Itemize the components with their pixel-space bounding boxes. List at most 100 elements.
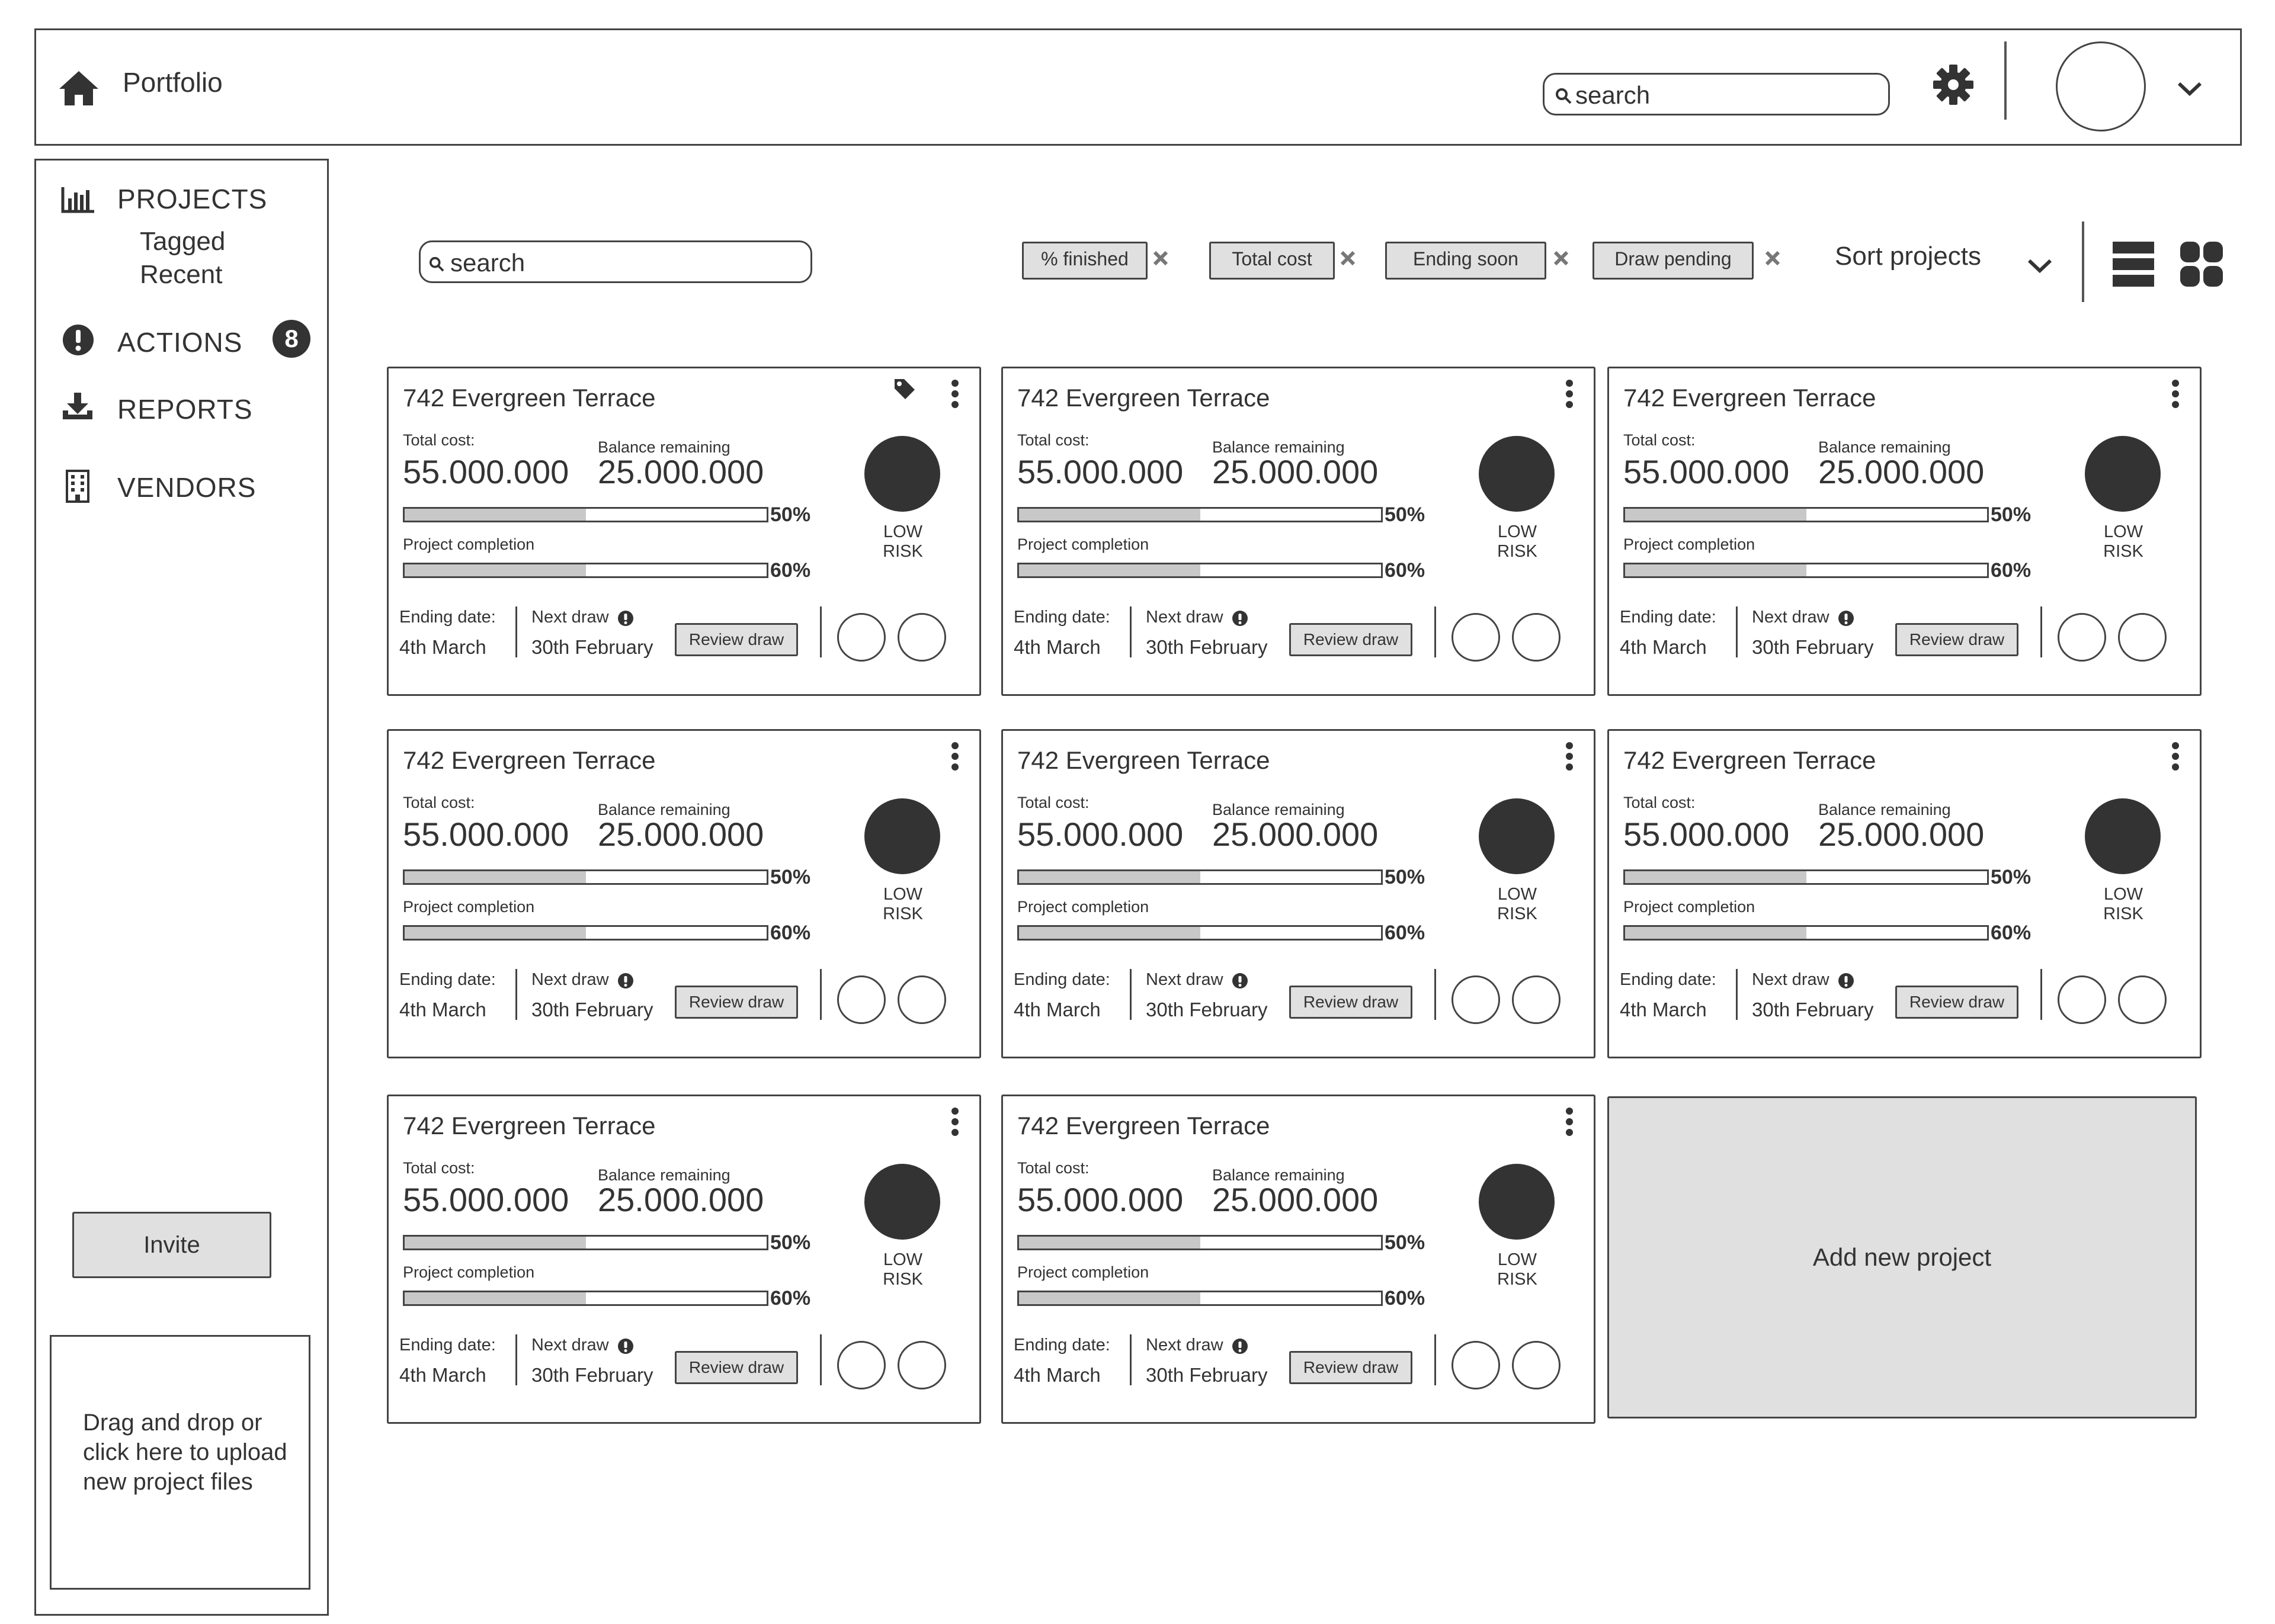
more-options-icon[interactable] xyxy=(2171,379,2180,409)
project-card[interactable]: 742 Evergreen Terrace Total cost: Balanc… xyxy=(387,1095,981,1424)
info-icon[interactable] xyxy=(617,973,634,989)
project-title[interactable]: 742 Evergreen Terrace xyxy=(1623,384,1876,412)
review-draw-button[interactable]: Review draw xyxy=(1895,986,2018,1019)
project-title[interactable]: 742 Evergreen Terrace xyxy=(1017,384,1270,412)
invite-button[interactable]: Invite xyxy=(72,1212,271,1278)
team-member-avatar[interactable] xyxy=(898,613,946,662)
list-view-icon[interactable] xyxy=(2113,242,2154,287)
more-options-icon[interactable] xyxy=(1565,379,1574,409)
filter-chip-draw-pending[interactable]: Draw pending xyxy=(1592,242,1754,280)
review-draw-button[interactable]: Review draw xyxy=(1895,623,2018,656)
balance-remaining-value: 25.000.000 xyxy=(1818,816,1985,853)
info-icon[interactable] xyxy=(1838,610,1854,627)
more-options-icon[interactable] xyxy=(951,379,959,409)
team-member-avatar[interactable] xyxy=(1451,1341,1500,1389)
next-draw-label: Next draw xyxy=(531,970,609,989)
info-icon[interactable] xyxy=(1232,610,1248,627)
remove-filter-icon[interactable] xyxy=(1552,249,1570,267)
chevron-down-icon[interactable] xyxy=(2176,78,2203,98)
remove-filter-icon[interactable] xyxy=(1152,249,1169,267)
team-member-avatar[interactable] xyxy=(837,975,886,1024)
cost-progress-percent: 50% xyxy=(1385,503,1425,526)
project-title[interactable]: 742 Evergreen Terrace xyxy=(403,384,655,412)
project-card[interactable]: 742 Evergreen Terrace Total cost: Balanc… xyxy=(1001,729,1595,1058)
project-card[interactable]: 742 Evergreen Terrace Total cost: Balanc… xyxy=(1607,367,2202,696)
info-icon[interactable] xyxy=(1838,973,1854,989)
ending-date-label: Ending date: xyxy=(399,608,496,627)
review-draw-button[interactable]: Review draw xyxy=(675,623,798,656)
risk-label: LOW RISK xyxy=(1497,885,1537,923)
balance-remaining-value: 25.000.000 xyxy=(1818,453,1985,490)
sidebar-item-reports[interactable]: REPORTS xyxy=(117,393,253,425)
review-draw-button[interactable]: Review draw xyxy=(1289,623,1412,656)
more-options-icon[interactable] xyxy=(951,1107,959,1137)
info-icon[interactable] xyxy=(1232,973,1248,989)
cost-progress-bar xyxy=(1017,507,1383,522)
filter-chip-ending-soon[interactable]: Ending soon xyxy=(1385,242,1546,280)
sidebar-item-actions[interactable]: ACTIONS xyxy=(117,326,242,358)
info-icon[interactable] xyxy=(1232,1338,1248,1355)
project-title[interactable]: 742 Evergreen Terrace xyxy=(403,746,655,775)
team-member-avatar[interactable] xyxy=(2118,975,2167,1024)
team-member-avatar[interactable] xyxy=(2118,613,2167,662)
more-options-icon[interactable] xyxy=(1565,742,1574,771)
app-title[interactable]: Portfolio xyxy=(123,66,223,98)
project-card[interactable]: 742 Evergreen Terrace Total cost: Balanc… xyxy=(387,367,981,696)
remove-filter-icon[interactable] xyxy=(1764,249,1781,267)
tag-icon[interactable] xyxy=(892,377,917,402)
project-title[interactable]: 742 Evergreen Terrace xyxy=(1017,1112,1270,1140)
home-icon[interactable] xyxy=(58,70,100,107)
sidebar-subitem-recent[interactable]: Recent xyxy=(140,260,222,290)
team-member-avatar[interactable] xyxy=(1512,613,1561,662)
team-member-avatar[interactable] xyxy=(2058,613,2106,662)
info-icon[interactable] xyxy=(617,610,634,627)
filter-chip-percent-finished[interactable]: % finished xyxy=(1022,242,1148,280)
team-member-avatar[interactable] xyxy=(1512,975,1561,1024)
team-member-avatar[interactable] xyxy=(1512,1341,1561,1389)
team-member-avatar[interactable] xyxy=(837,613,886,662)
sort-projects-dropdown[interactable]: Sort projects xyxy=(1835,242,1981,271)
team-member-avatar[interactable] xyxy=(1451,613,1500,662)
review-draw-button[interactable]: Review draw xyxy=(1289,1351,1412,1384)
team-member-avatar[interactable] xyxy=(1451,975,1500,1024)
info-icon[interactable] xyxy=(617,1338,634,1355)
file-upload-dropzone[interactable]: Drag and drop or click here to upload ne… xyxy=(50,1335,310,1590)
team-member-avatar[interactable] xyxy=(898,1341,946,1389)
project-card[interactable]: 742 Evergreen Terrace Total cost: Balanc… xyxy=(1607,729,2202,1058)
team-member-avatar[interactable] xyxy=(837,1341,886,1389)
card-divider xyxy=(1434,606,1436,657)
project-title[interactable]: 742 Evergreen Terrace xyxy=(1623,746,1876,775)
team-member-avatar[interactable] xyxy=(898,975,946,1024)
total-cost-value: 55.000.000 xyxy=(1623,453,1790,490)
next-draw-value: 30th February xyxy=(531,1364,653,1386)
project-card[interactable]: 742 Evergreen Terrace Total cost: Balanc… xyxy=(387,729,981,1058)
grid-view-icon[interactable] xyxy=(2180,242,2223,287)
project-search-input[interactable] xyxy=(449,247,795,279)
completion-label: Project completion xyxy=(1623,535,1755,553)
sidebar-subitem-tagged[interactable]: Tagged xyxy=(140,227,225,256)
remove-filter-icon[interactable] xyxy=(1339,249,1357,267)
header-search-input[interactable] xyxy=(1574,79,1873,111)
project-search-box[interactable] xyxy=(419,240,812,283)
more-options-icon[interactable] xyxy=(2171,742,2180,771)
add-new-project-tile[interactable]: Add new project xyxy=(1607,1096,2197,1418)
cost-progress-percent: 50% xyxy=(770,866,811,888)
review-draw-button[interactable]: Review draw xyxy=(675,1351,798,1384)
project-card[interactable]: 742 Evergreen Terrace Total cost: Balanc… xyxy=(1001,1095,1595,1424)
sidebar-item-projects[interactable]: PROJECTS xyxy=(117,183,267,215)
more-options-icon[interactable] xyxy=(1565,1107,1574,1137)
project-title[interactable]: 742 Evergreen Terrace xyxy=(403,1112,655,1140)
review-draw-button[interactable]: Review draw xyxy=(1289,986,1412,1019)
project-card[interactable]: 742 Evergreen Terrace Total cost: Balanc… xyxy=(1001,367,1595,696)
more-options-icon[interactable] xyxy=(951,742,959,771)
top-header xyxy=(34,28,2242,146)
project-title[interactable]: 742 Evergreen Terrace xyxy=(1017,746,1270,775)
avatar[interactable] xyxy=(2056,41,2146,131)
review-draw-button[interactable]: Review draw xyxy=(675,986,798,1019)
team-member-avatar[interactable] xyxy=(2058,975,2106,1024)
filter-chip-total-cost[interactable]: Total cost xyxy=(1209,242,1335,280)
chevron-down-icon[interactable] xyxy=(2026,256,2053,275)
header-search-box[interactable] xyxy=(1543,73,1890,115)
sidebar-item-vendors[interactable]: VENDORS xyxy=(117,471,256,503)
gear-icon[interactable] xyxy=(1933,64,1974,105)
